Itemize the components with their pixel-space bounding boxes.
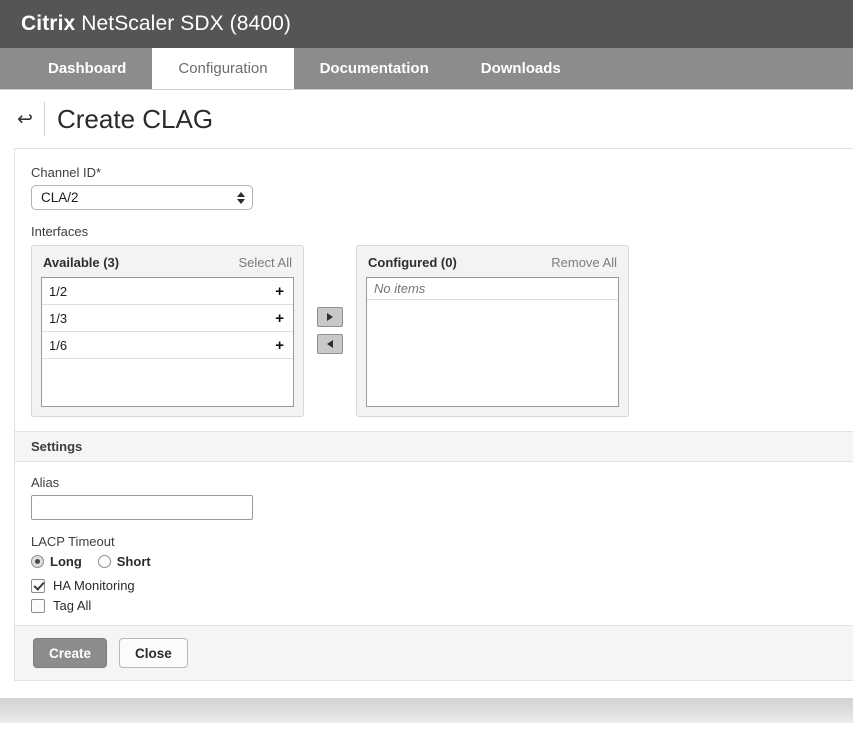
- list-item[interactable]: 1/6 +: [42, 332, 293, 359]
- available-interfaces-list[interactable]: 1/2 + 1/3 + 1/6 +: [41, 277, 294, 407]
- radio-option-short[interactable]: Short: [97, 554, 151, 569]
- tab-configuration[interactable]: Configuration: [152, 48, 294, 89]
- tab-downloads[interactable]: Downloads: [455, 48, 587, 89]
- configured-title: Configured (0): [368, 255, 457, 270]
- list-item[interactable]: 1/2 +: [42, 278, 293, 305]
- plus-icon[interactable]: +: [275, 284, 284, 299]
- tab-dashboard[interactable]: Dashboard: [22, 48, 152, 89]
- channel-id-select-value[interactable]: CLA/2: [31, 185, 253, 210]
- lacp-timeout-radio-group: Long Short: [31, 554, 853, 569]
- radio-button-icon[interactable]: [97, 555, 111, 568]
- title-divider: [44, 102, 45, 136]
- configured-panel-header: Configured (0) Remove All: [366, 254, 619, 277]
- checkbox-label: Tag All: [53, 598, 92, 613]
- triangle-right-icon: [327, 313, 333, 321]
- radio-label: Long: [50, 554, 82, 569]
- interface-name: 1/6: [49, 337, 68, 353]
- channel-id-label: Channel ID*: [31, 165, 102, 180]
- radio-button-icon[interactable]: [31, 555, 44, 568]
- close-button[interactable]: Close: [119, 638, 188, 668]
- create-button[interactable]: Create: [33, 638, 108, 668]
- plus-icon[interactable]: +: [275, 311, 284, 326]
- interfaces-section: Channel ID* CLA/2 Interfaces Available (…: [15, 149, 853, 431]
- checkbox-icon[interactable]: [31, 578, 45, 593]
- plus-icon[interactable]: +: [275, 338, 284, 353]
- checkbox-icon[interactable]: [31, 598, 45, 613]
- configured-interfaces-panel: Configured (0) Remove All No items: [356, 245, 629, 417]
- main-navigation-tabs: Dashboard Configuration Documentation Do…: [0, 48, 853, 90]
- interfaces-label: Interfaces: [31, 224, 89, 239]
- checkbox-ha-monitoring[interactable]: HA Monitoring: [31, 578, 853, 593]
- page-header: ↩ Create CLAG: [0, 90, 853, 148]
- form-action-bar: Create Close: [15, 625, 853, 681]
- back-arrow-icon[interactable]: ↩: [10, 104, 40, 134]
- move-right-button[interactable]: [317, 307, 343, 327]
- checkbox-label: HA Monitoring: [53, 578, 135, 593]
- page-title: Create CLAG: [57, 103, 214, 134]
- checkbox-tag-all[interactable]: Tag All: [31, 598, 853, 613]
- alias-label: Alias: [31, 475, 60, 490]
- transfer-buttons: [304, 245, 356, 354]
- select-all-link[interactable]: Select All: [239, 255, 292, 270]
- interface-name: 1/2: [49, 283, 68, 299]
- triangle-left-icon: [327, 340, 333, 348]
- brand-product: NetScaler SDX (8400): [75, 12, 291, 35]
- app-header: Citrix NetScaler SDX (8400): [0, 0, 853, 48]
- brand-title: Citrix NetScaler SDX (8400): [21, 12, 291, 36]
- create-clag-form-panel: Channel ID* CLA/2 Interfaces Available (…: [14, 148, 853, 681]
- settings-section: Alias LACP Timeout Long Short HA Monitor…: [15, 462, 853, 625]
- available-interfaces-panel: Available (3) Select All 1/2 + 1/3 + 1/6…: [31, 245, 304, 417]
- list-item[interactable]: 1/3 +: [42, 305, 293, 332]
- interface-name: 1/3: [49, 310, 68, 326]
- alias-input[interactable]: [31, 495, 253, 520]
- remove-all-link[interactable]: Remove All: [551, 255, 617, 270]
- configured-interfaces-list[interactable]: No items: [366, 277, 619, 407]
- page-footer: [0, 698, 853, 723]
- radio-option-long[interactable]: Long: [31, 554, 82, 569]
- available-title: Available (3): [43, 255, 120, 270]
- radio-label: Short: [116, 554, 151, 569]
- footer-spacer: [0, 681, 853, 698]
- dual-list-selector: Available (3) Select All 1/2 + 1/3 + 1/6…: [31, 245, 853, 417]
- tab-documentation[interactable]: Documentation: [294, 48, 455, 89]
- brand-name: Citrix: [21, 12, 76, 35]
- available-panel-header: Available (3) Select All: [41, 254, 294, 277]
- channel-id-select[interactable]: CLA/2: [31, 185, 253, 210]
- settings-section-header: Settings: [15, 431, 853, 462]
- move-left-button[interactable]: [317, 334, 343, 354]
- lacp-timeout-label: LACP Timeout: [31, 534, 115, 549]
- empty-state-text: No items: [367, 278, 618, 300]
